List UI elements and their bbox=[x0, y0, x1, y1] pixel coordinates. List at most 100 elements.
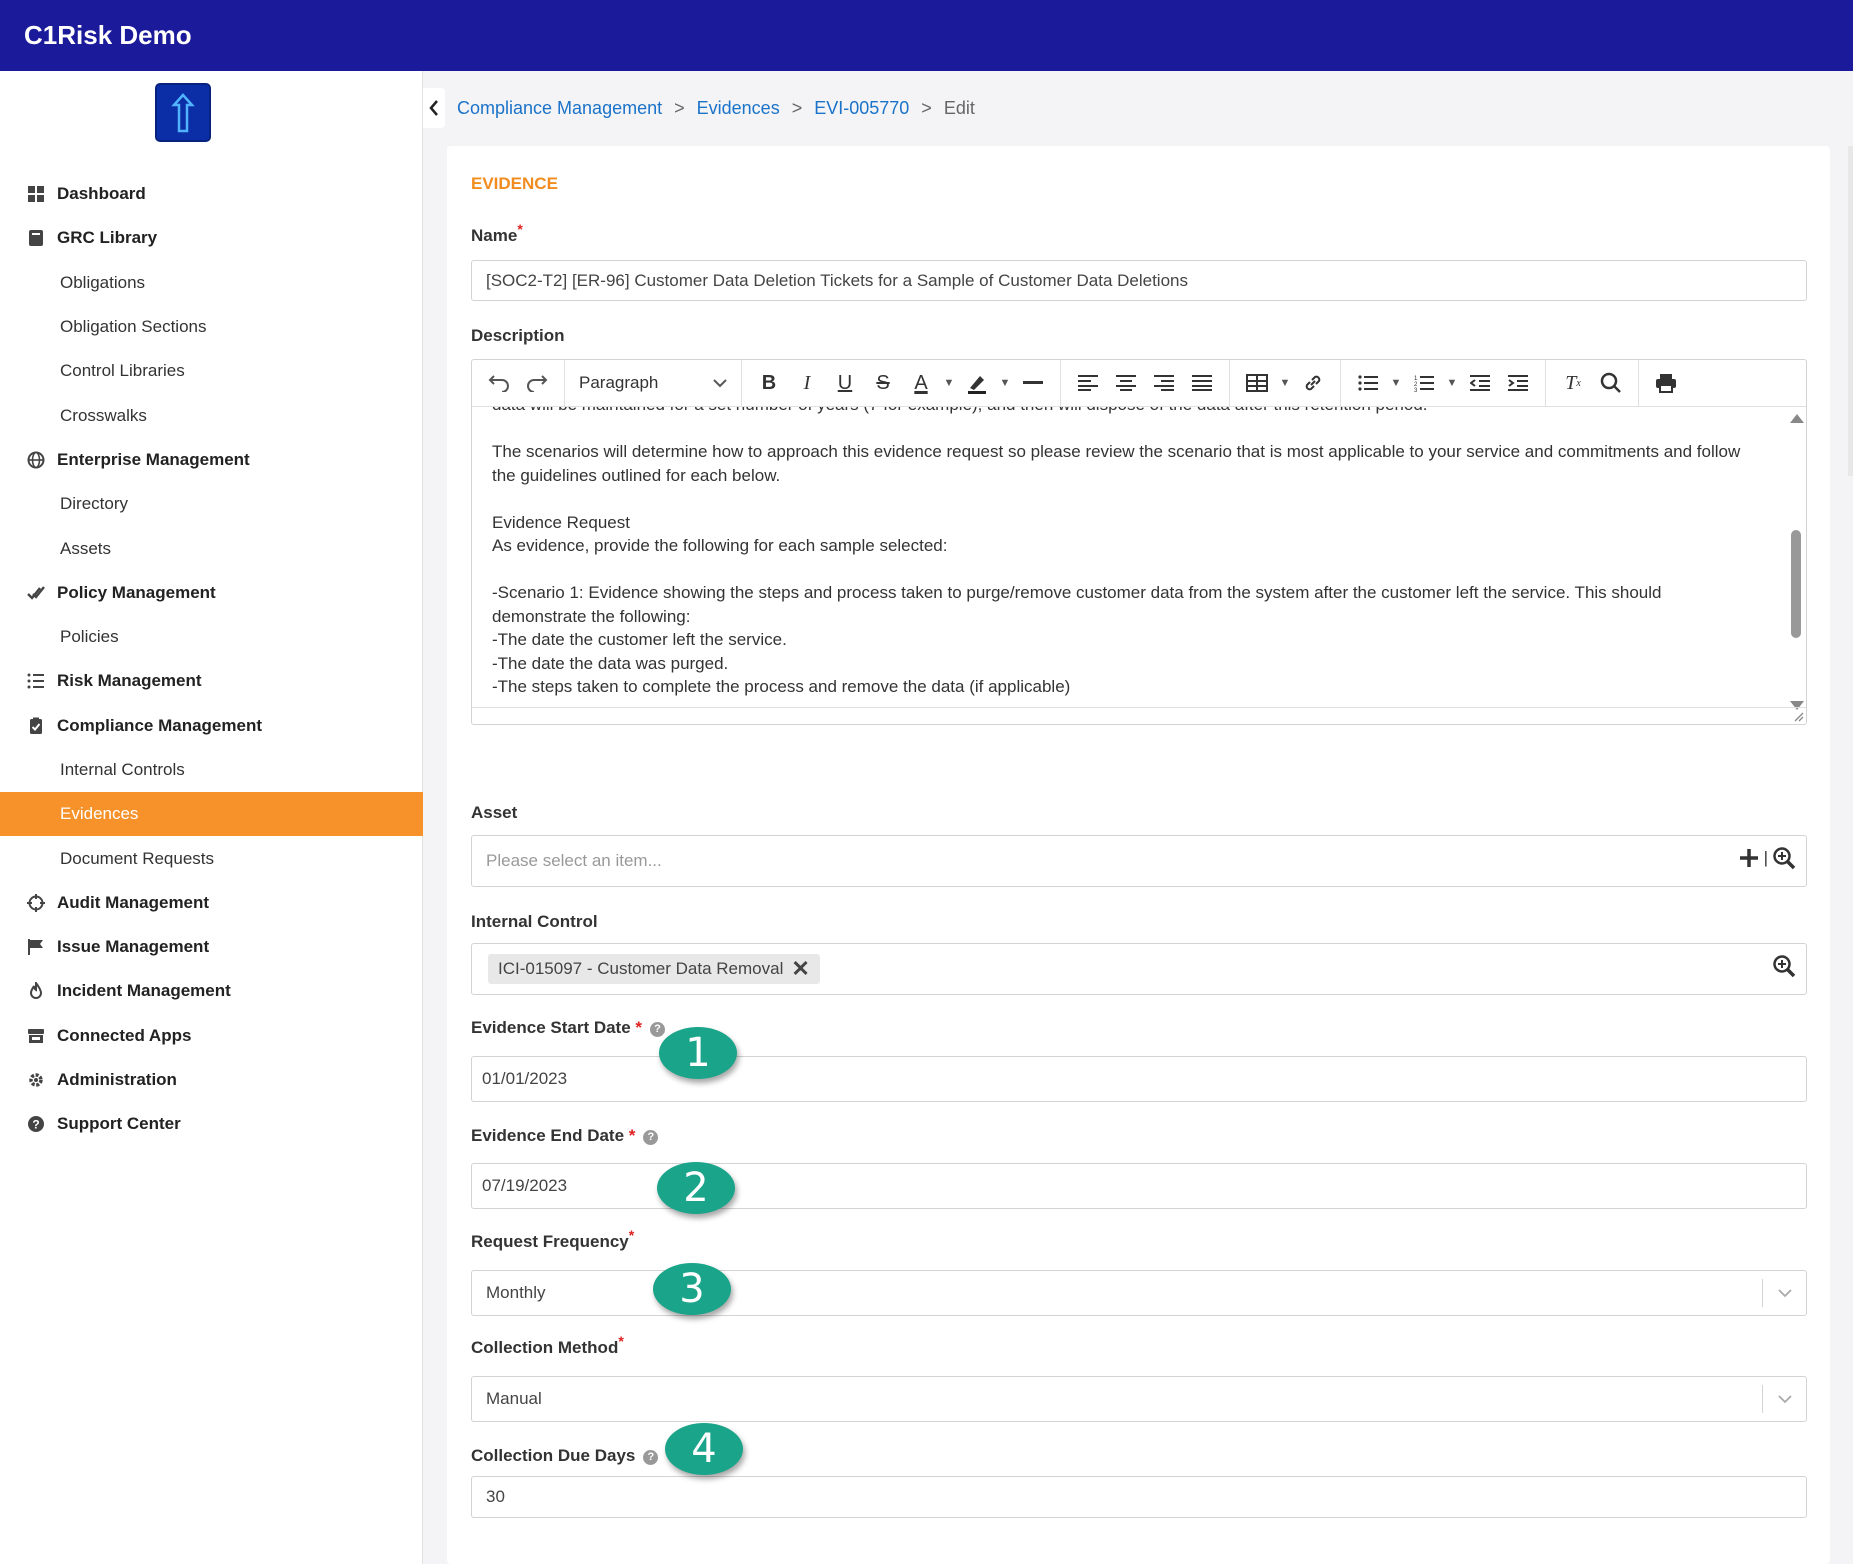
indent-icon[interactable] bbox=[1499, 365, 1537, 401]
underline-icon[interactable]: U bbox=[826, 365, 864, 401]
sidebar-item-policy-management[interactable]: Policy Management bbox=[0, 571, 423, 615]
remove-tag-icon[interactable]: ✕ bbox=[791, 956, 809, 982]
zoom-in-icon[interactable] bbox=[1772, 954, 1796, 978]
sidebar-item-risk-management[interactable]: Risk Management bbox=[0, 659, 423, 703]
internal-control-actions bbox=[1772, 954, 1796, 978]
sidebar-item-dashboard[interactable]: Dashboard bbox=[0, 172, 423, 216]
text-color-icon[interactable]: A bbox=[902, 365, 940, 401]
description-paragraph: Evidence Request bbox=[492, 512, 630, 532]
help-icon[interactable]: ? bbox=[643, 1450, 659, 1465]
chevron-down-icon bbox=[713, 378, 727, 387]
collection-method-select[interactable]: Manual bbox=[471, 1376, 1807, 1422]
align-center-icon[interactable] bbox=[1107, 365, 1145, 401]
sidebar-item-grc-library[interactable]: GRC Library bbox=[0, 216, 423, 260]
scroll-thumb[interactable] bbox=[1791, 530, 1801, 638]
sidebar-item-label: Support Center bbox=[57, 1114, 181, 1134]
sidebar-item-internal-controls[interactable]: Internal Controls bbox=[0, 748, 423, 792]
table-icon[interactable] bbox=[1238, 365, 1276, 401]
italic-icon[interactable]: I bbox=[788, 365, 826, 401]
editor-scrollbar[interactable] bbox=[1788, 410, 1804, 710]
sidebar-item-policies[interactable]: Policies bbox=[0, 615, 423, 659]
horizontal-rule-icon[interactable] bbox=[1014, 365, 1052, 401]
bullet-list-icon[interactable] bbox=[1349, 365, 1387, 401]
description-paragraph: -The date the customer left the service. bbox=[492, 630, 787, 649]
sidebar-item-document-requests[interactable]: Document Requests bbox=[0, 836, 423, 880]
flag-icon bbox=[27, 938, 45, 956]
print-group bbox=[1639, 360, 1693, 407]
asset-field[interactable]: Please select an item... | bbox=[471, 835, 1807, 887]
strikethrough-icon[interactable]: S bbox=[864, 365, 902, 401]
sidebar-item-assets[interactable]: Assets bbox=[0, 526, 423, 570]
chevron-down-icon[interactable]: ▼ bbox=[996, 365, 1014, 401]
sidebar-item-label: Obligation Sections bbox=[60, 317, 207, 337]
clipboard-check-icon bbox=[27, 717, 45, 735]
description-content[interactable]: data will be maintained for a set number… bbox=[472, 407, 1806, 707]
zoom-in-icon[interactable] bbox=[1772, 846, 1796, 870]
app-logo[interactable] bbox=[155, 83, 211, 142]
callout-badge: 3 bbox=[653, 1263, 731, 1315]
name-input[interactable]: [SOC2-T2] [ER-96] Customer Data Deletion… bbox=[471, 260, 1807, 301]
chevron-down-icon[interactable]: ▼ bbox=[1443, 365, 1461, 401]
fire-icon bbox=[27, 980, 45, 1000]
sidebar-item-obligations[interactable]: Obligations bbox=[0, 261, 423, 305]
redo-icon[interactable] bbox=[518, 365, 556, 401]
align-right-icon[interactable] bbox=[1145, 365, 1183, 401]
sidebar-item-label: Control Libraries bbox=[60, 361, 185, 381]
app-title: C1Risk Demo bbox=[24, 20, 192, 50]
sidebar-item-obligation-sections[interactable]: Obligation Sections bbox=[0, 305, 423, 349]
sidebar-item-audit-management[interactable]: Audit Management bbox=[0, 881, 423, 925]
collapse-sidebar-button[interactable] bbox=[423, 88, 445, 128]
resize-handle-icon[interactable] bbox=[1792, 710, 1804, 722]
numbered-list-icon[interactable]: 123 bbox=[1405, 365, 1443, 401]
scroll-up-icon[interactable] bbox=[1790, 414, 1804, 423]
asset-actions: | bbox=[1738, 846, 1796, 870]
print-icon[interactable] bbox=[1647, 365, 1685, 401]
chevron-down-icon[interactable]: ▼ bbox=[1387, 365, 1405, 401]
end-date-label: Evidence End Date *? bbox=[471, 1126, 659, 1146]
chevron-down-icon[interactable]: ▼ bbox=[1276, 365, 1294, 401]
bold-icon[interactable]: B bbox=[750, 365, 788, 401]
sidebar-item-control-libraries[interactable]: Control Libraries bbox=[0, 349, 423, 393]
breadcrumb-evidence-id[interactable]: EVI-005770 bbox=[814, 98, 909, 119]
breadcrumb-evidences[interactable]: Evidences bbox=[697, 98, 780, 119]
sidebar-item-crosswalks[interactable]: Crosswalks bbox=[0, 393, 423, 437]
description-label: Description bbox=[471, 326, 565, 345]
outdent-icon[interactable] bbox=[1461, 365, 1499, 401]
sidebar-item-label: Compliance Management bbox=[57, 715, 262, 735]
help-icon[interactable]: ? bbox=[643, 1130, 659, 1145]
highlight-icon[interactable] bbox=[958, 365, 996, 401]
chevron-down-icon[interactable] bbox=[1762, 1385, 1806, 1413]
chevron-left-icon bbox=[429, 100, 438, 116]
list-icon bbox=[27, 672, 45, 690]
undo-icon[interactable] bbox=[480, 365, 518, 401]
sidebar-item-compliance-management[interactable]: Compliance Management bbox=[0, 704, 423, 748]
block-format-select[interactable]: Paragraph bbox=[573, 373, 733, 393]
sidebar-item-directory[interactable]: Directory bbox=[0, 482, 423, 526]
internal-control-tag: ICI-015097 - Customer Data Removal ✕ bbox=[488, 954, 820, 984]
required-marker: * bbox=[628, 1227, 635, 1243]
plus-icon[interactable] bbox=[1738, 847, 1760, 869]
evidence-form-card: EVIDENCE Name* [SOC2-T2] [ER-96] Custome… bbox=[447, 146, 1830, 1564]
search-icon[interactable] bbox=[1592, 365, 1630, 401]
link-icon[interactable] bbox=[1294, 365, 1332, 401]
chevron-down-icon[interactable]: ▼ bbox=[940, 365, 958, 401]
chevron-down-icon[interactable] bbox=[1762, 1279, 1806, 1307]
internal-control-field[interactable]: ICI-015097 - Customer Data Removal ✕ bbox=[471, 943, 1807, 995]
help-icon[interactable]: ? bbox=[650, 1022, 666, 1037]
sidebar-item-incident-management[interactable]: Incident Management bbox=[0, 969, 423, 1013]
align-justify-icon[interactable] bbox=[1183, 365, 1221, 401]
sidebar-item-connected-apps[interactable]: Connected Apps bbox=[0, 1014, 423, 1058]
collection-due-days-input[interactable]: 30 bbox=[471, 1476, 1807, 1518]
description-paragraph: -Scenario 1: Evidence showing the steps … bbox=[492, 583, 1662, 626]
align-left-icon[interactable] bbox=[1069, 365, 1107, 401]
sidebar-item-enterprise-management[interactable]: Enterprise Management bbox=[0, 438, 423, 482]
sidebar-item-label: Incident Management bbox=[57, 981, 231, 1001]
breadcrumb-compliance-management[interactable]: Compliance Management bbox=[457, 98, 662, 119]
clear-formatting-icon[interactable]: Tx bbox=[1554, 365, 1592, 401]
format-group: Paragraph bbox=[565, 360, 742, 407]
collection-method-label: Collection Method* bbox=[471, 1333, 624, 1357]
sidebar-item-evidences[interactable]: Evidences bbox=[0, 792, 423, 837]
sidebar-item-issue-management[interactable]: Issue Management bbox=[0, 925, 423, 969]
sidebar-item-administration[interactable]: Administration bbox=[0, 1058, 423, 1102]
sidebar-item-support-center[interactable]: ? Support Center bbox=[0, 1102, 423, 1146]
